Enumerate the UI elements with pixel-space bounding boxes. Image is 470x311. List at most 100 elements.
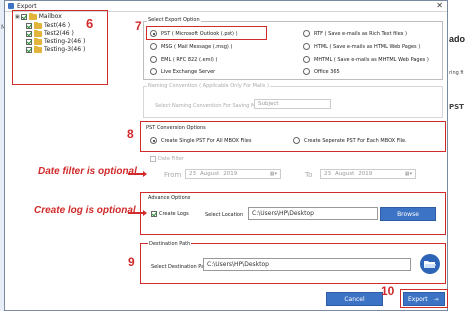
option-html-label: HTML ( Save e-mails as HTML Web Pages ) <box>314 43 421 50</box>
tree-item-checkbox[interactable] <box>26 30 32 37</box>
annotation-8: 8 <box>127 127 134 141</box>
tree-item-checkbox[interactable] <box>26 38 32 45</box>
from-month: August <box>200 171 220 177</box>
option-pst[interactable]: PST ( Microsoft Outlook (.pst) ) <box>150 30 238 37</box>
folder-open-icon <box>424 260 436 268</box>
export-button[interactable]: Export ⇥ <box>403 292 445 306</box>
option-live-exchange[interactable]: Live Exchange Server <box>150 68 215 75</box>
option-single-pst[interactable]: Create Single PST For All MBOX Files <box>150 137 251 144</box>
option-rtf-label: RTF ( Save e-mails as Rich Text files ) <box>314 30 407 37</box>
tree-item-checkbox[interactable] <box>26 22 32 29</box>
browse-button[interactable]: Browse <box>380 207 436 221</box>
close-icon[interactable]: ✕ <box>436 1 443 11</box>
option-eml[interactable]: EML ( RFC 822 (.eml) ) <box>150 56 217 63</box>
annotation-7: 7 <box>135 19 142 33</box>
radio-html[interactable] <box>303 43 310 50</box>
folder-browse-button[interactable] <box>420 254 440 274</box>
tree-item-label: Test2(46 ) <box>44 30 74 37</box>
log-location-input[interactable]: C:\Users\HP\Desktop <box>248 207 378 220</box>
folder-icon <box>34 37 42 45</box>
date-filter-label: Date Filter <box>158 156 184 162</box>
from-year: 2019 <box>223 171 238 177</box>
option-single-pst-label: Create Single PST For All MBOX Files <box>161 137 252 144</box>
pst-conversion-label: PST Conversion Options <box>146 125 206 131</box>
create-logs-label: Create Logs <box>159 211 189 217</box>
tree-item-label: Test(46 ) <box>44 22 71 29</box>
radio-msg[interactable] <box>150 43 157 50</box>
tree-root[interactable]: ▣ Mailbox <box>15 12 62 20</box>
to-date-picker[interactable]: 23 August 2019 ▦▾ <box>320 169 416 179</box>
tree-item[interactable]: Test2(46 ) <box>26 29 74 37</box>
date-filter-checkbox[interactable] <box>150 156 156 162</box>
background-fragment-ring: ring fi <box>449 70 464 76</box>
annotation-10: 10 <box>381 284 395 298</box>
create-logs-checkbox[interactable] <box>151 211 157 217</box>
to-month: August <box>335 171 355 177</box>
option-mhtml[interactable]: MHTML ( Save e-mails as MHTML Web Pages … <box>303 56 429 63</box>
select-location-label: Select Location <box>205 212 244 218</box>
tree-item[interactable]: Testing-2(46 ) <box>26 37 86 45</box>
option-separate-pst[interactable]: Create Seperate PST For Each MBOX File. <box>293 137 407 144</box>
app-icon <box>8 3 14 9</box>
radio-live-exchange[interactable] <box>150 68 157 75</box>
radio-separate-pst[interactable] <box>293 137 300 144</box>
radio-office365[interactable] <box>303 68 310 75</box>
background-app-right: ado ring fi PST <box>448 0 470 311</box>
option-mhtml-label: MHTML ( Save e-mails as MHTML Web Pages … <box>314 56 429 63</box>
option-rtf[interactable]: RTF ( Save e-mails as Rich Text files ) <box>303 30 407 37</box>
tree-root-checkbox[interactable] <box>20 13 27 20</box>
tree-item[interactable]: Testing-3(46 ) <box>26 45 86 53</box>
tree-item-label: Testing-2(46 ) <box>44 38 86 45</box>
radio-single-pst[interactable] <box>150 137 157 144</box>
date-filter-note: Date filter is optional <box>38 166 137 177</box>
to-year: 2019 <box>358 171 373 177</box>
export-option-label: Select Export Option <box>147 17 201 23</box>
destination-group-label: Destination Path <box>148 241 192 247</box>
create-log-note: Create log is optional <box>34 205 136 216</box>
naming-select[interactable]: Subject <box>254 99 331 109</box>
option-html[interactable]: HTML ( Save e-mails as HTML Web Pages ) <box>303 43 420 50</box>
folder-icon <box>34 21 42 29</box>
create-logs-toggle[interactable]: Create Logs <box>151 211 189 217</box>
naming-value: Subject <box>258 101 279 107</box>
browse-button-label: Browse <box>397 210 419 218</box>
export-icon: ⇥ <box>433 295 439 303</box>
folder-icon <box>34 29 42 37</box>
calendar-dropdown-icon[interactable]: ▦▾ <box>270 171 277 177</box>
date-filter-toggle[interactable]: Date Filter <box>150 156 184 162</box>
option-msg[interactable]: MSG ( Mail Message (.msg) ) <box>150 43 232 50</box>
option-office365[interactable]: Office 365 <box>303 68 340 75</box>
background-fragment-ado: ado <box>449 34 466 44</box>
annotation-6: 6 <box>86 16 94 31</box>
option-msg-label: MSG ( Mail Message (.msg) ) <box>161 43 233 50</box>
radio-eml[interactable] <box>150 56 157 63</box>
export-button-label: Export <box>408 295 428 303</box>
from-label: From <box>164 171 182 179</box>
destination-input[interactable]: C:\Users\HP\Desktop <box>203 258 411 271</box>
tree-item[interactable]: Test(46 ) <box>26 21 71 29</box>
radio-pst[interactable] <box>150 30 157 37</box>
option-pst-label: PST ( Microsoft Outlook (.pst) ) <box>161 30 238 37</box>
to-day: 23 <box>324 171 331 177</box>
cancel-button-label: Cancel <box>344 295 365 303</box>
to-label: To <box>305 171 313 179</box>
dialog-title: Export <box>17 2 37 10</box>
tree-item-label: Testing-3(46 ) <box>44 46 86 53</box>
from-date-picker[interactable]: 23 August 2019 ▦▾ <box>185 169 281 179</box>
option-office365-label: Office 365 <box>314 68 340 75</box>
destination-label: Select Destination Path <box>151 264 210 270</box>
folder-icon <box>28 12 37 20</box>
calendar-dropdown-icon[interactable]: ▦▾ <box>405 171 412 177</box>
advance-options-label: Advance Options <box>148 195 191 201</box>
naming-label: Select Naming Convention For Saving Mail… <box>155 103 264 109</box>
option-separate-pst-label: Create Seperate PST For Each MBOX File. <box>304 137 407 144</box>
collapse-icon[interactable]: ▣ <box>15 14 20 20</box>
tree-item-checkbox[interactable] <box>26 46 32 53</box>
log-location-value: C:\Users\HP\Desktop <box>252 210 314 217</box>
from-day: 23 <box>189 171 196 177</box>
cancel-button[interactable]: Cancel <box>326 292 383 306</box>
radio-mhtml[interactable] <box>303 56 310 63</box>
folder-icon <box>34 45 42 53</box>
background-fragment-pst: PST <box>449 103 464 111</box>
radio-rtf[interactable] <box>303 30 310 37</box>
